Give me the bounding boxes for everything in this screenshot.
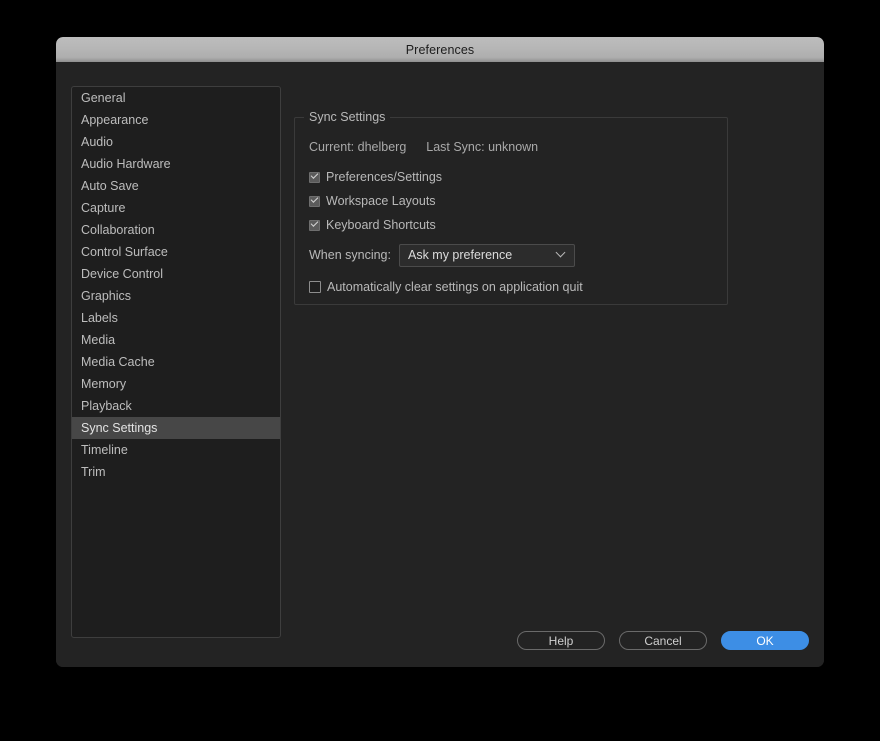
sidebar-item-label: Sync Settings [81,421,158,435]
sidebar-item-label: Device Control [81,267,163,281]
checkbox-label-keyboard-shortcuts: Keyboard Shortcuts [326,218,436,232]
when-syncing-selected-value: Ask my preference [407,248,513,262]
checkbox-workspace-layouts[interactable] [309,195,320,207]
preferences-category-list[interactable]: General Appearance Audio Audio Hardware Auto… [71,86,281,638]
checkbox-keyboard-shortcuts[interactable] [309,219,320,231]
sidebar-item-audio[interactable]: Audio [72,131,280,153]
sidebar-item-label: Playback [81,399,132,413]
sidebar-item-label: Labels [81,311,118,325]
sync-settings-content: Current: dhelberg Last Sync: unknown Pre… [295,118,727,295]
checkbox-label-workspace-layouts: Workspace Layouts [326,194,436,208]
sidebar-item-label: Media Cache [81,355,155,369]
chevron-down-icon [557,249,566,258]
sidebar-item-label: Media [81,333,116,347]
auto-clear-row[interactable]: Automatically clear settings on applicat… [309,279,727,295]
sidebar-item-label: Capture [81,201,126,215]
preferences-dialog: Preferences General Appearance Audio Audio … [56,37,824,667]
sidebar-item-capture[interactable]: Capture [72,197,280,219]
sidebar-item-media-cache[interactable]: Media Cache [72,351,280,373]
auto-clear-checkbox[interactable] [309,281,321,293]
sidebar-item-label: Memory [81,377,127,391]
sidebar-item-general[interactable]: General [72,87,280,109]
sidebar-item-label: Audio [81,135,113,149]
sidebar-item-graphics[interactable]: Graphics [72,285,280,307]
dialog-title-bar: Preferences [56,37,824,62]
sidebar-item-appearance[interactable]: Appearance [72,109,280,131]
sidebar-item-audio-hardware[interactable]: Audio Hardware [72,153,280,175]
when-syncing-select[interactable]: Ask my preference [398,243,575,267]
sidebar-item-sync-settings[interactable]: Sync Settings [72,417,280,439]
sync-settings-group: Sync Settings Current: dhelberg Last Syn… [294,110,728,305]
dialog-footer: Help Cancel OK [517,631,809,650]
sync-account-info: Current: dhelberg Last Sync: unknown [309,140,727,154]
sidebar-item-memory[interactable]: Memory [72,373,280,395]
sidebar-item-label: General [81,91,126,105]
sidebar-item-label: Control Surface [81,245,168,259]
sidebar-item-device-control[interactable]: Device Control [72,263,280,285]
dialog-title: Preferences [405,42,475,57]
sidebar-item-label: Timeline [81,443,128,457]
sidebar-item-labels[interactable]: Labels [72,307,280,329]
sidebar-item-label: Graphics [81,289,132,303]
checkbox-row-workspace-layouts[interactable]: Workspace Layouts [309,193,727,209]
sidebar-item-timeline[interactable]: Timeline [72,439,280,461]
sidebar-item-auto-save[interactable]: Auto Save [72,175,280,197]
sync-current-user: Current: dhelberg [309,140,407,154]
when-syncing-row: When syncing: Ask my preference [309,243,727,267]
sync-settings-group-title: Sync Settings [304,110,391,124]
sidebar-item-label: Audio Hardware [81,157,171,171]
help-button[interactable]: Help [517,631,605,650]
sidebar-item-label: Collaboration [81,223,155,237]
sync-items-checkbox-list: Preferences/Settings Workspace Layouts Key… [309,169,727,233]
sidebar-item-control-surface[interactable]: Control Surface [72,241,280,263]
dialog-body: General Appearance Audio Audio Hardware Auto… [56,62,824,667]
sidebar-item-media[interactable]: Media [72,329,280,351]
sync-last-sync: Last Sync: unknown [426,140,539,154]
checkbox-preferences-settings[interactable] [309,171,320,183]
checkbox-row-keyboard-shortcuts[interactable]: Keyboard Shortcuts [309,217,727,233]
sidebar-item-label: Appearance [81,113,149,127]
checkbox-row-preferences-settings[interactable]: Preferences/Settings [309,169,727,185]
cancel-button[interactable]: Cancel [619,631,707,650]
sidebar-item-label: Auto Save [81,179,139,193]
checkbox-label-preferences-settings: Preferences/Settings [326,170,443,184]
sidebar-item-collaboration[interactable]: Collaboration [72,219,280,241]
sidebar-item-playback[interactable]: Playback [72,395,280,417]
ok-button[interactable]: OK [721,631,809,650]
sidebar-item-label: Trim [81,465,106,479]
when-syncing-label: When syncing: [309,248,391,262]
sidebar-item-trim[interactable]: Trim [72,461,280,483]
auto-clear-label: Automatically clear settings on applicat… [327,280,583,294]
